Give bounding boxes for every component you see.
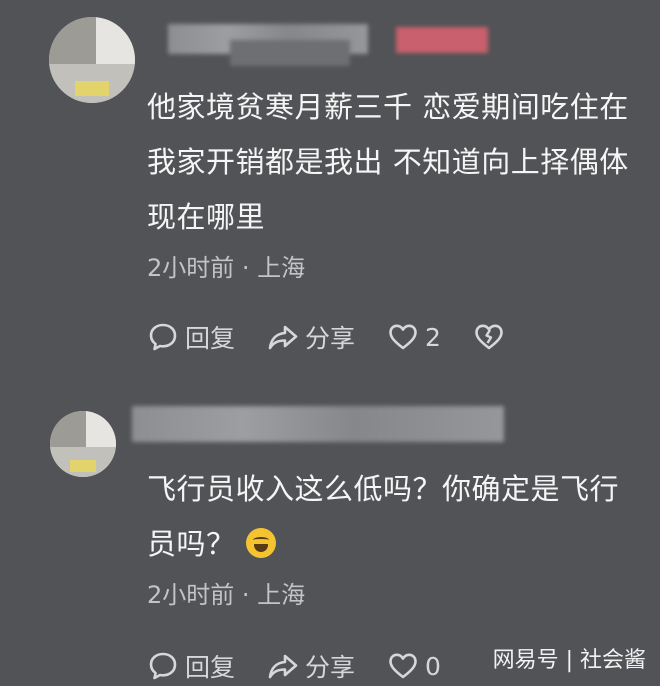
reply-label: 回复	[185, 653, 236, 682]
heart-icon	[389, 653, 417, 679]
avatar[interactable]	[50, 411, 116, 477]
comment-line: 飞行员收入这么低吗？你确定是飞行	[147, 472, 620, 506]
comment-line: 他家境贫寒月薪三千 恋爱期间吃住在	[147, 90, 629, 124]
comment-line: 我家开销都是我出 不知道向上择偶体	[147, 145, 629, 179]
broken-heart-icon	[475, 324, 503, 350]
username-blurred-shadow	[230, 40, 350, 66]
comment-line: 现在哪里	[147, 200, 266, 234]
comment-actions: 回复 分享 0	[147, 646, 473, 686]
reply-label: 回复	[185, 324, 236, 353]
reply-button[interactable]: 回复	[147, 319, 235, 355]
share-button[interactable]: 分享	[267, 319, 355, 355]
reply-button[interactable]: 回复	[147, 648, 235, 684]
avatar[interactable]	[49, 17, 135, 103]
comment-text: 飞行员收入这么低吗？你确定是飞行 员吗？	[147, 462, 619, 572]
heart-icon	[389, 324, 417, 350]
reply-icon	[149, 323, 177, 351]
laughing-crying-emoji-icon	[245, 528, 276, 558]
share-label: 分享	[305, 653, 356, 682]
like-button[interactable]: 0	[387, 650, 441, 682]
like-count: 2	[425, 322, 441, 352]
like-count: 0	[425, 651, 441, 681]
reply-icon	[149, 652, 177, 680]
comment-line: 员吗？	[147, 517, 619, 572]
comment-meta: 2小时前 · 上海	[147, 581, 306, 609]
share-label: 分享	[305, 324, 356, 353]
username-blurred[interactable]	[132, 406, 504, 442]
comment-line-text: 员吗？	[147, 527, 236, 561]
comment-actions: 回复 分享 2	[147, 317, 543, 357]
comment-meta: 2小时前 · 上海	[147, 254, 306, 282]
watermark: 网易号 | 社会酱	[492, 648, 646, 673]
comment-1: 他家境贫寒月薪三千 恋爱期间吃住在 我家开销都是我出 不知道向上择偶体 现在哪里…	[0, 0, 660, 382]
share-button[interactable]: 分享	[267, 648, 355, 684]
comment-text: 他家境贫寒月薪三千 恋爱期间吃住在 我家开销都是我出 不知道向上择偶体 现在哪里	[147, 80, 629, 245]
user-tag-blurred	[396, 27, 488, 53]
dislike-button[interactable]	[473, 321, 511, 353]
share-icon	[268, 654, 298, 679]
comment-2: 飞行员收入这么低吗？你确定是飞行 员吗？ 2小时前 · 上海 回复 分享 0	[0, 392, 660, 682]
share-icon	[268, 325, 298, 350]
like-button[interactable]: 2	[387, 321, 441, 353]
